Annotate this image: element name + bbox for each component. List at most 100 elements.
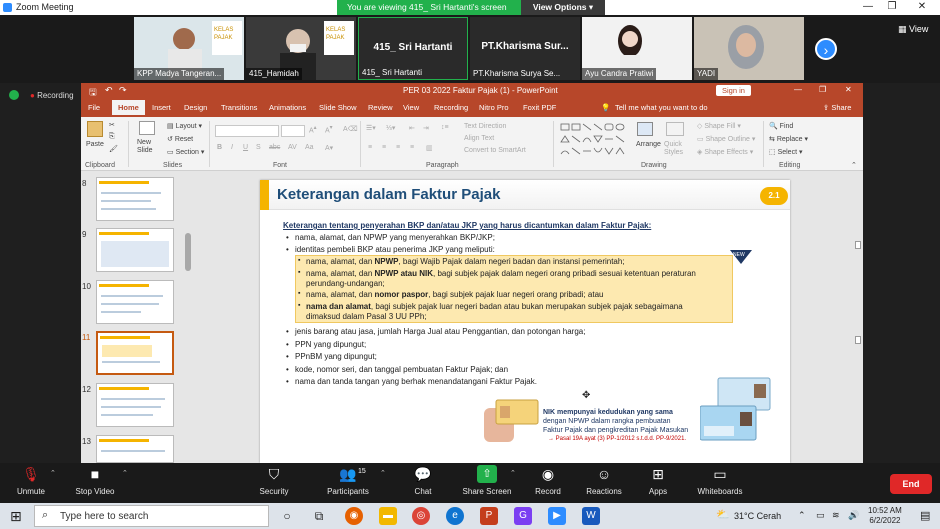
- minimize-icon[interactable]: —: [794, 85, 802, 94]
- collapse-ribbon-icon[interactable]: ⌃: [851, 161, 857, 169]
- align-center-icon[interactable]: ≡: [382, 144, 386, 151]
- grow-font-icon[interactable]: A▴: [309, 125, 317, 134]
- numbering-icon[interactable]: ⅓▾: [386, 124, 395, 132]
- tab-review[interactable]: Review: [368, 103, 393, 112]
- clear-format-icon[interactable]: A⌫: [343, 125, 358, 133]
- tab-animations[interactable]: Animations: [269, 103, 306, 112]
- sign-in-button[interactable]: Sign in: [716, 85, 751, 96]
- tell-me-input[interactable]: Tell me what you want to do: [615, 103, 708, 112]
- reactions-button[interactable]: ☺ Reactions: [584, 465, 624, 496]
- chevron-up-icon[interactable]: ⌃: [50, 469, 56, 477]
- arrange-icon[interactable]: [637, 122, 653, 136]
- share-button[interactable]: ⇪ Share: [823, 103, 851, 112]
- view-button[interactable]: ▦ View: [898, 24, 928, 35]
- firefox-icon[interactable]: ◉: [345, 507, 363, 525]
- windows-start-icon[interactable]: ⊞: [10, 508, 22, 524]
- tab-view[interactable]: View: [403, 103, 419, 112]
- stop-video-button[interactable]: ■ Stop Video: [66, 465, 124, 496]
- whiteboards-button[interactable]: ▭ Whiteboards: [694, 465, 746, 496]
- tab-nitro-pro[interactable]: Nitro Pro: [479, 103, 509, 112]
- shrink-font-icon[interactable]: A▾: [325, 125, 333, 134]
- cortana-icon[interactable]: ○: [278, 507, 296, 525]
- shadow-icon[interactable]: S: [256, 144, 261, 151]
- replace-button[interactable]: ⇆ Replace ▾: [769, 135, 808, 143]
- shape-fill-button[interactable]: ◇ Shape Fill ▾: [697, 122, 741, 130]
- slide-thumbnail[interactable]: [96, 177, 174, 221]
- edge-icon[interactable]: e: [446, 507, 464, 525]
- tray-chevron-icon[interactable]: ⌃: [798, 510, 806, 521]
- word-icon[interactable]: W: [582, 507, 600, 525]
- apps-button[interactable]: ⊞ Apps: [644, 465, 672, 496]
- slide-thumbnail[interactable]: [96, 435, 174, 463]
- reset-button[interactable]: ↺ Reset: [167, 135, 193, 143]
- participant-tile-active[interactable]: 415_ Sri Hartanti 415_ Sri Hartanti: [358, 17, 468, 80]
- slide-thumbnail[interactable]: [96, 228, 174, 272]
- powerpoint-icon[interactable]: P: [480, 507, 498, 525]
- redo-icon[interactable]: ↷: [119, 85, 127, 96]
- tab-home[interactable]: Home: [112, 100, 145, 115]
- decrease-indent-icon[interactable]: ⇤: [409, 124, 415, 132]
- undo-icon[interactable]: ↶: [105, 85, 113, 96]
- slides-pane-scrollbar[interactable]: [185, 233, 191, 271]
- new-slide-button[interactable]: New Slide: [137, 139, 159, 155]
- text-direction-button[interactable]: Text Direction: [464, 123, 506, 130]
- slide-thumbnail[interactable]: [96, 383, 174, 427]
- shape-outline-button[interactable]: ▭ Shape Outline ▾: [697, 135, 755, 143]
- unmute-button[interactable]: 🎙 Unmute: [10, 465, 52, 496]
- volume-icon[interactable]: 🔊: [848, 510, 859, 521]
- paste-button[interactable]: Paste: [86, 141, 104, 148]
- participant-tile[interactable]: KELAS PAJAK 415_Hamidah: [246, 17, 356, 80]
- end-meeting-button[interactable]: End: [890, 474, 932, 494]
- tab-insert[interactable]: Insert: [152, 103, 171, 112]
- find-button[interactable]: 🔍 Find: [769, 122, 793, 130]
- wifi-icon[interactable]: ≋: [832, 510, 840, 521]
- share-screen-button[interactable]: ⇧ Share Screen: [458, 465, 516, 496]
- section-button[interactable]: ▭ Section ▾: [167, 148, 204, 156]
- columns-icon[interactable]: ▥: [426, 144, 433, 152]
- close-icon[interactable]: ✕: [845, 85, 852, 94]
- editor-scrollbar[interactable]: [853, 171, 863, 463]
- chat-button[interactable]: 💬 Chat: [406, 465, 440, 496]
- char-spacing-icon[interactable]: AV: [288, 144, 297, 151]
- quick-styles-icon[interactable]: [666, 122, 684, 136]
- tab-file[interactable]: File: [88, 103, 100, 112]
- chevron-up-icon[interactable]: ⌃: [510, 469, 516, 477]
- participant-tile[interactable]: YADI: [694, 17, 804, 80]
- font-name-select[interactable]: [215, 125, 279, 137]
- copy-icon[interactable]: ⎘: [109, 133, 115, 141]
- justify-icon[interactable]: ≡: [410, 144, 414, 151]
- participant-tile[interactable]: KELAS PAJAK KPP Madya Tangeran...: [134, 17, 244, 80]
- shape-effects-button[interactable]: ◈ Shape Effects ▾: [697, 148, 753, 156]
- italic-icon[interactable]: I: [231, 144, 233, 151]
- font-color-icon[interactable]: A▾: [325, 144, 333, 152]
- participants-button[interactable]: 👥 Participants: [320, 465, 376, 496]
- bold-icon[interactable]: B: [217, 144, 222, 151]
- file-explorer-icon[interactable]: ▬: [379, 507, 397, 525]
- format-painter-icon[interactable]: 🖌: [109, 145, 118, 153]
- strikethrough-icon[interactable]: abc: [269, 144, 280, 151]
- new-slide-icon[interactable]: [139, 121, 155, 135]
- align-right-icon[interactable]: ≡: [396, 144, 400, 151]
- paste-icon[interactable]: [87, 121, 103, 137]
- tab-slide-show[interactable]: Slide Show: [319, 103, 357, 112]
- chevron-up-icon[interactable]: ⌃: [380, 469, 386, 477]
- zoom-icon[interactable]: ▶: [548, 507, 566, 525]
- close-icon[interactable]: ✕: [912, 1, 932, 12]
- notifications-icon[interactable]: ▤: [920, 509, 930, 522]
- tab-design[interactable]: Design: [184, 103, 207, 112]
- taskbar-search-input[interactable]: ⌕ Type here to search: [34, 505, 269, 527]
- layout-button[interactable]: ▤ Layout ▾: [167, 122, 202, 130]
- tab-foxit-pdf[interactable]: Foxit PDF: [523, 103, 556, 112]
- task-view-icon[interactable]: ⧉: [310, 507, 328, 525]
- tab-recording[interactable]: Recording: [434, 103, 468, 112]
- font-size-select[interactable]: [281, 125, 305, 137]
- align-text-button[interactable]: Align Text: [464, 135, 494, 142]
- security-button[interactable]: ⛉ Security: [254, 465, 294, 496]
- next-page-button[interactable]: ›: [815, 38, 837, 60]
- chevron-up-icon[interactable]: ⌃: [122, 469, 128, 477]
- maximize-icon[interactable]: ❐: [882, 1, 902, 12]
- shapes-gallery[interactable]: [559, 122, 631, 158]
- slide-thumbnail-selected[interactable]: [96, 331, 174, 375]
- taskbar-clock[interactable]: 10:52 AM 6/2/2022: [868, 506, 902, 526]
- increase-indent-icon[interactable]: ⇥: [423, 124, 429, 132]
